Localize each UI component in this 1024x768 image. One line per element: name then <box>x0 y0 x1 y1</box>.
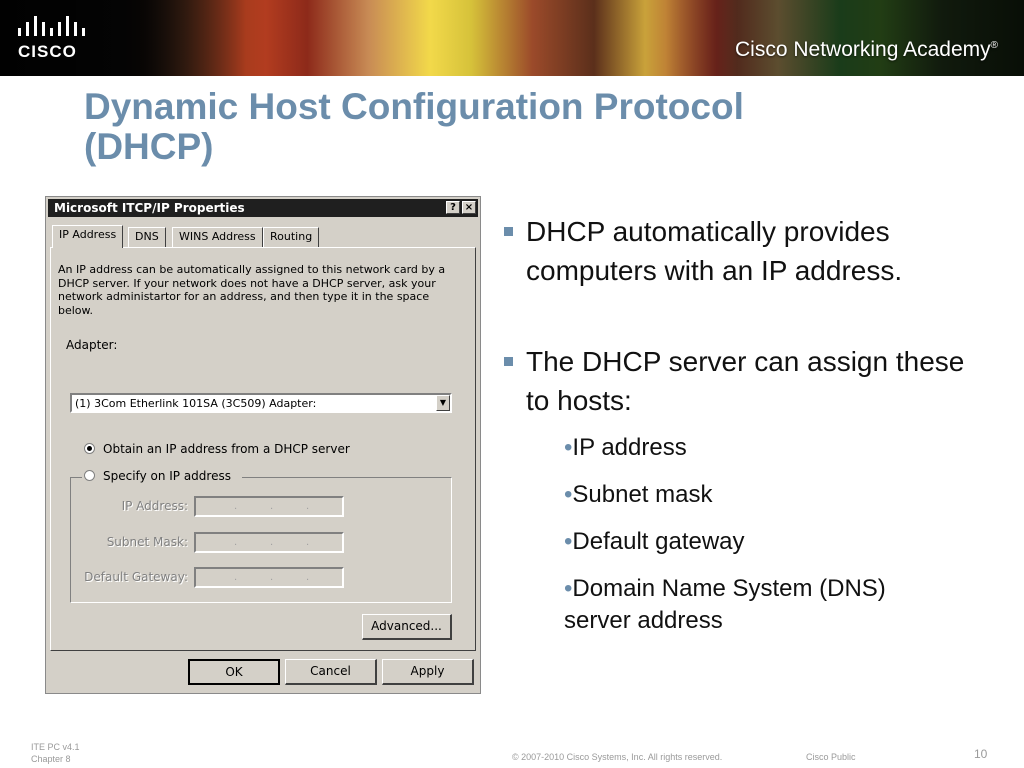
intro-text: An IP address can be automatically assig… <box>58 263 446 317</box>
ip-address-field[interactable]: . . . <box>194 496 344 517</box>
ip-address-label: IP Address: <box>121 499 188 513</box>
ip-separator: . <box>306 537 310 548</box>
default-gateway-label: Default Gateway: <box>84 570 188 584</box>
radio-specify-ip-label[interactable]: Specify on IP address <box>103 469 231 483</box>
dialog-titlebar[interactable]: Microsoft ITCP/IP Properties ? × <box>48 199 478 217</box>
advanced-button[interactable]: Advanced... <box>362 614 452 640</box>
adapter-select[interactable]: (1) 3Com Etherlink 101SA (3C509) Adapter… <box>70 393 452 413</box>
bullet-text: The DHCP server can assign these to host… <box>526 346 965 416</box>
sub-bullet-item: •Subnet mask <box>564 479 984 511</box>
slide-title: Dynamic Host Configuration Protocol (DHC… <box>84 87 944 167</box>
cisco-banner: CISCO Cisco Networking Academy® <box>0 0 1024 76</box>
adapter-label: Adapter: <box>66 338 118 352</box>
ip-separator: . <box>306 572 310 583</box>
dialog-title: Microsoft ITCP/IP Properties <box>54 201 245 215</box>
ip-separator: . <box>234 501 238 512</box>
tab-wins-address[interactable]: WINS Address <box>172 227 263 247</box>
sub-bullet-continuation: server address <box>564 607 723 634</box>
sub-bullet-item: •Domain Name System (DNS) <box>564 573 984 605</box>
radio-specify-ip[interactable] <box>84 470 95 481</box>
close-button[interactable]: × <box>462 201 476 214</box>
sub-bullet-item: •IP address <box>564 432 984 464</box>
sub-bullet-text: IP address <box>572 434 687 461</box>
ip-separator: . <box>234 572 238 583</box>
footer-chapter-line: Chapter 8 <box>31 754 71 764</box>
subnet-mask-label: Subnet Mask: <box>106 535 188 549</box>
footer-copyright: © 2007-2010 Cisco Systems, Inc. All righ… <box>512 752 723 762</box>
tab-ip-address[interactable]: IP Address <box>52 225 124 248</box>
sub-bullet-item: •Default gateway <box>564 526 984 558</box>
ip-separator: . <box>270 501 274 512</box>
square-bullet-icon <box>504 227 513 236</box>
tab-dns[interactable]: DNS <box>128 227 166 247</box>
footer-course-info: ITE PC v4.1 Chapter 8 <box>31 741 80 765</box>
networking-academy-label: Cisco Networking Academy® <box>735 38 998 61</box>
footer-course-line: ITE PC v4.1 <box>31 742 80 752</box>
cisco-bridge-icon <box>18 16 85 36</box>
help-button[interactable]: ? <box>446 201 460 214</box>
adapter-value: (1) 3Com Etherlink 101SA (3C509) Adapter… <box>75 397 317 410</box>
default-gateway-field[interactable]: . . . <box>194 567 344 588</box>
apply-button[interactable]: Apply <box>382 659 474 685</box>
slide-title-line2: (DHCP) <box>84 126 214 167</box>
ip-separator: . <box>270 537 274 548</box>
cisco-logo: CISCO <box>12 14 112 64</box>
tab-routing[interactable]: Routing <box>263 227 320 247</box>
ip-separator: . <box>234 537 238 548</box>
radio-obtain-dhcp[interactable] <box>84 443 95 454</box>
page-number: 10 <box>974 747 988 761</box>
sub-bullet-text: Subnet mask <box>572 481 713 508</box>
tcpip-properties-dialog: Microsoft ITCP/IP Properties ? × IP Addr… <box>45 196 481 694</box>
footer-classification: Cisco Public <box>806 752 856 762</box>
ip-separator: . <box>306 501 310 512</box>
radio-selected-dot <box>87 446 92 451</box>
chevron-down-icon[interactable]: ▼ <box>436 395 450 411</box>
cancel-button[interactable]: Cancel <box>285 659 377 685</box>
ok-button[interactable]: OK <box>188 659 280 685</box>
cisco-logo-word: CISCO <box>18 42 77 61</box>
ip-separator: . <box>270 572 274 583</box>
sub-bullet-text: Default gateway <box>572 528 745 555</box>
slide-title-line1: Dynamic Host Configuration Protocol <box>84 86 744 127</box>
square-bullet-icon <box>504 357 513 366</box>
bullet-text: DHCP automatically provides computers wi… <box>526 216 903 286</box>
radio-obtain-dhcp-label[interactable]: Obtain an IP address from a DHCP server <box>103 442 350 456</box>
subnet-mask-field[interactable]: . . . <box>194 532 344 553</box>
sub-bullet-text: Domain Name System (DNS) <box>572 575 886 602</box>
